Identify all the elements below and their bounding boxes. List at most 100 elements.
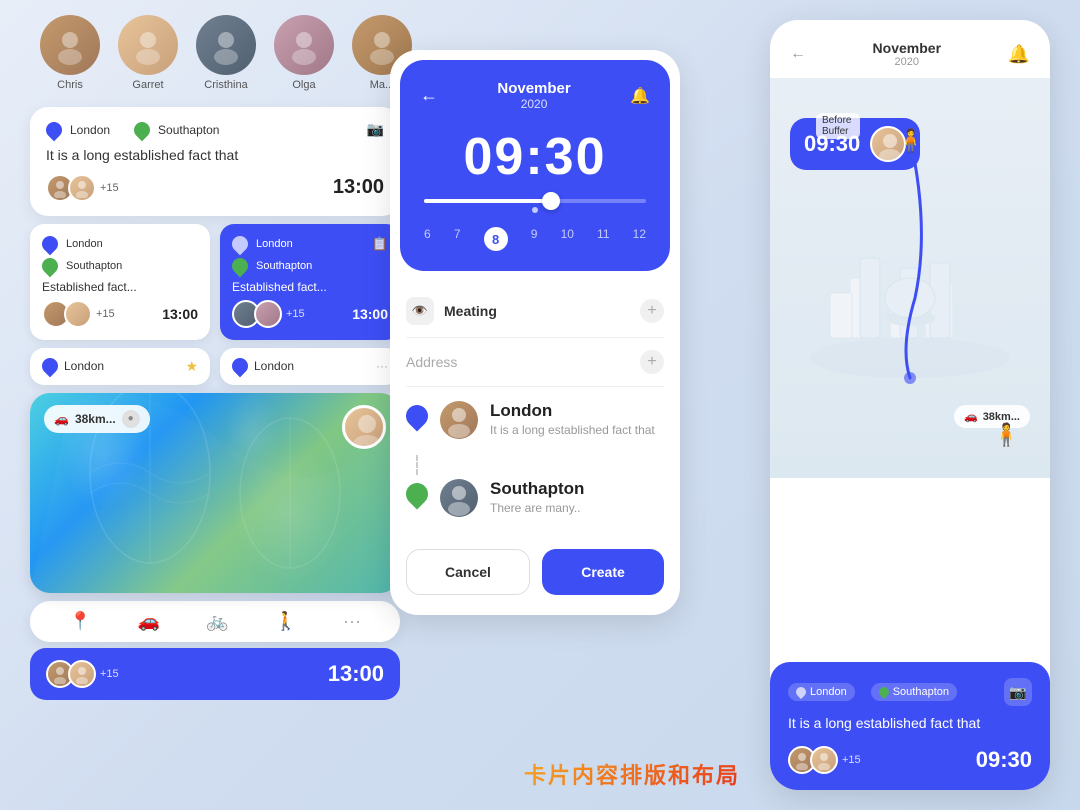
loc-pair-row: London ★ London ···: [30, 348, 400, 385]
slider-dot: [532, 207, 538, 213]
mini-loc-row-right: London 📋: [232, 236, 388, 252]
cancel-button[interactable]: Cancel: [406, 549, 530, 595]
mini-pin-1: [39, 232, 62, 255]
calendar-icon-blue: 📋: [372, 236, 388, 252]
loc-badge-south-right: Southapton: [871, 683, 957, 701]
meeting-plus-btn[interactable]: +: [640, 299, 664, 323]
nav-walk-icon[interactable]: 🚶: [274, 611, 296, 632]
avatar-garret: [118, 15, 178, 75]
bottom-time-right: 09:30: [976, 747, 1032, 773]
avatar-name-olga: Olga: [292, 79, 315, 91]
camera-icon-1: 📷: [367, 121, 384, 138]
avatar-item-cristhina[interactable]: Cristhina: [196, 15, 256, 91]
chinese-title: 卡片内容排版和布局: [524, 758, 740, 790]
loc-pin-small-south: [877, 685, 891, 699]
loc-pin-small-london: [794, 685, 808, 699]
phone-card-center: ← November 2020 🔔 09:30 6 7 8 9: [390, 50, 680, 615]
avatar-item-chris[interactable]: Chris: [40, 15, 100, 91]
bottom-desc-right: It is a long established fact that: [788, 714, 1032, 734]
address-placeholder: Address: [406, 354, 630, 370]
mini-pin-2: [39, 254, 62, 277]
loc-desc-south: There are many..: [490, 501, 584, 515]
mini-card-right: London 📋 Southapton Established fact... …: [220, 224, 400, 340]
bottom-loc-row: London Southapton 📷: [788, 678, 1032, 706]
hour-labels: 6 7 8 9 10 11 12: [420, 221, 650, 251]
address-plus-btn[interactable]: +: [640, 350, 664, 374]
loc-city-south: Southapton: [490, 479, 584, 499]
hour-7: 7: [454, 227, 461, 251]
center-panel: ← November 2020 🔔 09:30 6 7 8 9: [390, 50, 680, 615]
time-bubble-content: Before Buffer 09:30: [804, 131, 860, 157]
mini-loc-from-blue: London: [256, 238, 293, 250]
loc-text-south: Southapton There are many..: [490, 479, 584, 515]
nav-bike-icon[interactable]: 🚲: [206, 611, 228, 632]
create-button[interactable]: Create: [542, 549, 664, 595]
month-name-center: November: [438, 80, 630, 97]
loc-mini-label-2: London: [254, 359, 294, 373]
loc-mini-pin-2: [229, 355, 252, 378]
location-from-1: London: [70, 123, 110, 137]
time-header: ← November 2020 🔔: [420, 80, 650, 111]
right-phone: ← November 2020 🔔: [770, 20, 1050, 790]
slider-track[interactable]: [424, 199, 646, 203]
loc-badge-south-text: Southapton: [893, 686, 949, 698]
hour-11: 11: [597, 227, 609, 251]
camera-icon-right[interactable]: 📷: [1004, 678, 1032, 706]
loc-avatar-south: [440, 479, 478, 517]
slider-container[interactable]: [420, 199, 650, 213]
mini-footer-left: +15 13:00: [42, 300, 198, 328]
form-section: 👁️ Meating + Address +: [390, 271, 680, 387]
dots-icon: ···: [376, 359, 388, 373]
loc-mini-1: London ★: [30, 348, 210, 385]
slider-fill: [424, 199, 546, 203]
mini-loc-from: London: [66, 238, 103, 250]
loc-pin-london: [401, 400, 432, 431]
mini-plus-left: +15: [96, 308, 115, 320]
avatar-item-olga[interactable]: Olga: [274, 15, 334, 91]
mini-pin-blue-2: [229, 254, 252, 277]
nav-car-icon[interactable]: 🚗: [138, 611, 160, 632]
mini-av-blue-2: [254, 300, 282, 328]
hour-8-active[interactable]: 8: [484, 227, 508, 251]
loc-badge-london-text: London: [810, 686, 847, 698]
bell-icon-center[interactable]: 🔔: [630, 86, 650, 106]
card-description-1: It is a long established fact that: [46, 146, 384, 166]
bell-icon-right[interactable]: 🔔: [1008, 44, 1030, 65]
mini-card-left: London Southapton Established fact... +1…: [30, 224, 210, 340]
location-row-1: London Southapton 📷: [46, 121, 384, 138]
meeting-label: Meating: [444, 303, 630, 319]
avatar-name-garret: Garret: [132, 79, 163, 91]
hour-10: 10: [561, 227, 574, 251]
month-center-right: November 2020: [873, 40, 941, 68]
mini-avatar-left: +15: [42, 300, 115, 328]
month-year-right: 2020: [873, 56, 941, 68]
slider-thumb[interactable]: [542, 192, 560, 210]
loc-avatar-london: [440, 401, 478, 439]
avatar-item-garret[interactable]: Garret: [118, 15, 178, 91]
main-card-1: London Southapton 📷 It is a long establi…: [30, 107, 400, 216]
loc-entry-south: Southapton There are many..: [406, 479, 664, 517]
loc-pin-south: [401, 478, 432, 509]
pin-icon-south: [131, 118, 154, 141]
back-arrow-right[interactable]: ←: [790, 45, 806, 63]
avatar-olga: [274, 15, 334, 75]
month-name-right: November: [873, 40, 941, 56]
dot-icon-image: ●: [122, 410, 140, 428]
corner-avatar: [342, 405, 386, 449]
loc-entry-london: London It is a long established fact tha…: [406, 401, 664, 439]
month-year-center: 2020: [438, 97, 630, 111]
loc-mini-label-1: London: [64, 359, 104, 373]
distance-badge-image: 🚗 38km... ●: [44, 405, 150, 433]
mini-time-left: 13:00: [162, 306, 198, 322]
nav-more-icon[interactable]: ···: [343, 611, 361, 632]
mini-pin-blue-1: [229, 232, 252, 255]
location-entries: London It is a long established fact tha…: [390, 387, 680, 517]
bottom-plus-right: +15: [842, 754, 861, 766]
nav-location-icon[interactable]: 📍: [69, 611, 91, 632]
before-buffer-label: Before Buffer: [816, 113, 860, 139]
bottom-av-2-right: [810, 746, 838, 774]
footer-time: 13:00: [328, 661, 384, 687]
loc-badge-london-right: London: [788, 683, 855, 701]
mini-loc-to: Southapton: [66, 260, 122, 272]
back-arrow-center[interactable]: ←: [420, 85, 438, 106]
